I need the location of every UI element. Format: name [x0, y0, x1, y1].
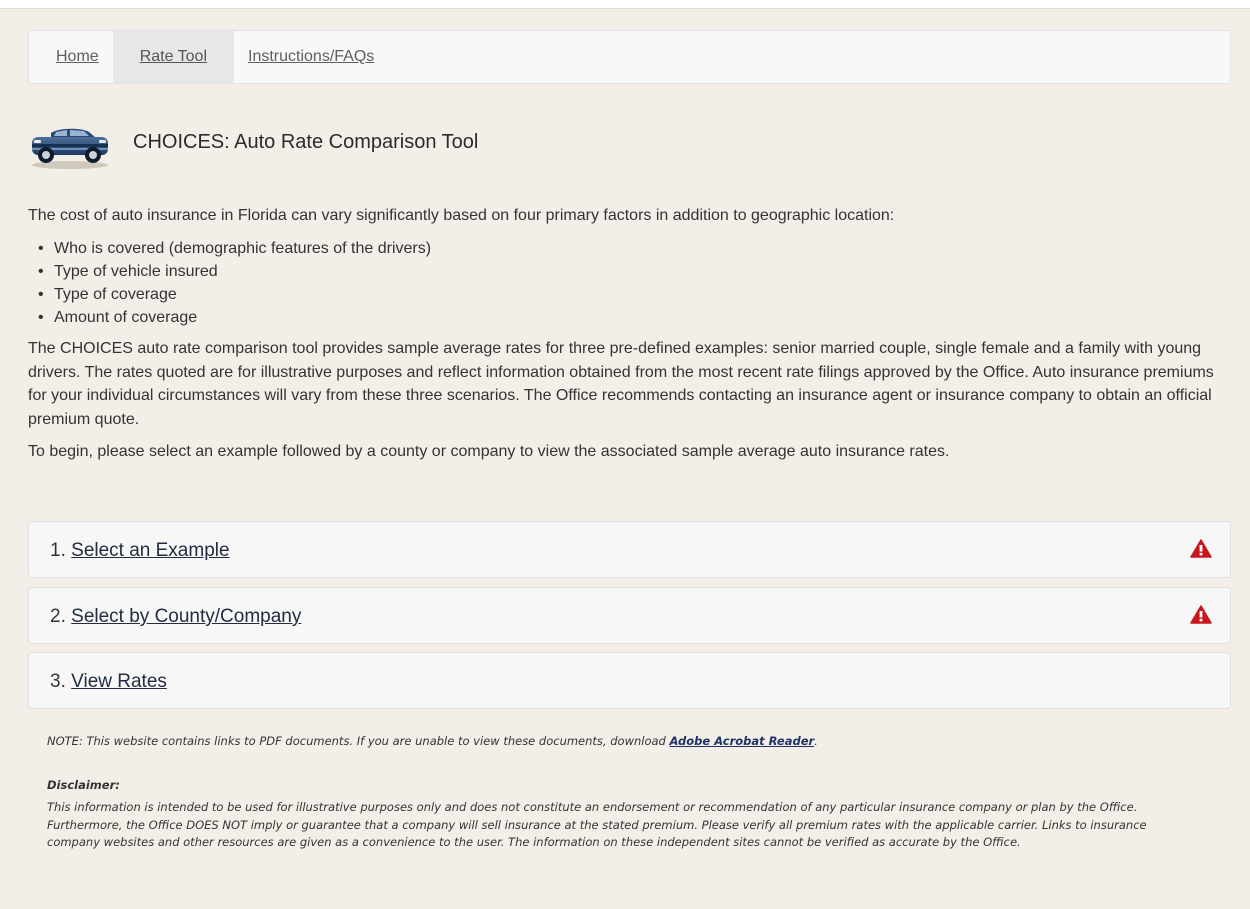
- nav-instructions-faqs[interactable]: Instructions/FAQs: [234, 31, 388, 83]
- step-panel-select-county-company[interactable]: 2. Select by County/Company: [28, 587, 1231, 644]
- step-heading: 3. View Rates: [50, 653, 167, 708]
- step-heading: 1. Select an Example: [50, 522, 230, 577]
- warning-icon: [1190, 539, 1212, 558]
- top-nav: Home Rate Tool Instructions/FAQs: [28, 30, 1231, 84]
- page-container: Home Rate Tool Instructions/FAQs CHOICES…: [0, 8, 1250, 909]
- nav-rate-tool[interactable]: Rate Tool: [112, 31, 234, 83]
- step-number: 2.: [50, 606, 66, 627]
- step-panel-view-rates[interactable]: 3. View Rates: [28, 652, 1231, 709]
- list-item: Type of vehicle insured: [38, 260, 1232, 283]
- factors-list: Who is covered (demographic features of …: [28, 237, 1232, 329]
- step-number: 1.: [50, 540, 66, 561]
- intro-content: The cost of auto insurance in Florida ca…: [28, 204, 1232, 463]
- disclaimer-text: This information is intended to be used …: [47, 800, 1147, 849]
- list-item: Type of coverage: [38, 283, 1232, 306]
- select-example-link[interactable]: Select an Example: [71, 540, 229, 561]
- nav-home[interactable]: Home: [42, 31, 113, 83]
- select-county-company-link[interactable]: Select by County/Company: [71, 606, 301, 627]
- step-heading: 2. Select by County/Company: [50, 588, 301, 643]
- note-text: NOTE: This website contains links to PDF…: [47, 734, 670, 748]
- step-panel-select-example[interactable]: 1. Select an Example: [28, 521, 1231, 578]
- view-rates-link[interactable]: View Rates: [71, 671, 167, 692]
- list-item: Amount of coverage: [38, 306, 1232, 329]
- intro-description: The CHOICES auto rate comparison tool pr…: [28, 340, 1214, 428]
- adobe-reader-link[interactable]: Adobe Acrobat Reader: [670, 734, 815, 748]
- list-item: Who is covered (demographic features of …: [38, 237, 1232, 260]
- page-header: CHOICES: Auto Rate Comparison Tool: [29, 121, 478, 171]
- pdf-note: NOTE: This website contains links to PDF…: [47, 734, 818, 748]
- intro-instruction: To begin, please select an example follo…: [28, 443, 950, 460]
- note-end: .: [814, 734, 818, 748]
- step-number: 3.: [50, 671, 66, 692]
- car-icon: [32, 128, 108, 169]
- warning-icon: [1190, 605, 1212, 624]
- disclaimer-title: Disclaimer:: [47, 778, 120, 792]
- intro-lead: The cost of auto insurance in Florida ca…: [28, 207, 895, 224]
- page-title: CHOICES: Auto Rate Comparison Tool: [133, 130, 479, 153]
